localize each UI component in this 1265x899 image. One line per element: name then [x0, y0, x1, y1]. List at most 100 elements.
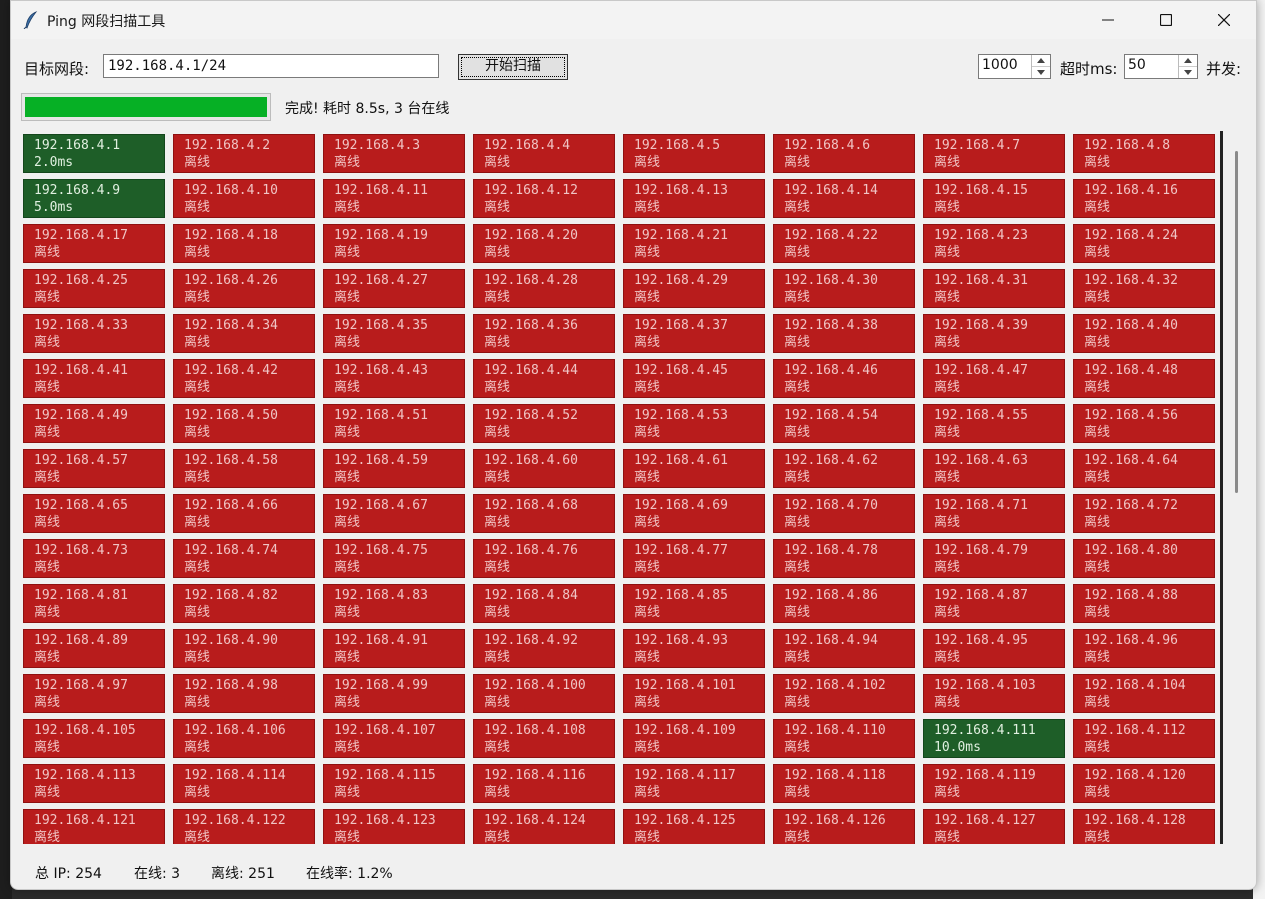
ip-cell[interactable]: 192.168.4.63 离线 [923, 449, 1065, 488]
ip-cell[interactable]: 192.168.4.33 离线 [23, 314, 165, 353]
ip-cell[interactable]: 192.168.4.87 离线 [923, 584, 1065, 623]
ip-cell[interactable]: 192.168.4.25 离线 [23, 269, 165, 308]
close-button[interactable] [1195, 1, 1253, 39]
ip-cell[interactable]: 192.168.4.31 离线 [923, 269, 1065, 308]
ip-cell[interactable]: 192.168.4.45 离线 [623, 359, 765, 398]
ip-cell[interactable]: 192.168.4.36 离线 [473, 314, 615, 353]
scrollbar-thumb[interactable] [1235, 151, 1238, 493]
ip-cell[interactable]: 192.168.4.68 离线 [473, 494, 615, 533]
ip-cell[interactable]: 192.168.4.105 离线 [23, 719, 165, 758]
ip-cell[interactable]: 192.168.4.52 离线 [473, 404, 615, 443]
ip-cell[interactable]: 192.168.4.5 离线 [623, 134, 765, 173]
ip-cell[interactable]: 192.168.4.107 离线 [323, 719, 465, 758]
ip-cell[interactable]: 192.168.4.37 离线 [623, 314, 765, 353]
ip-cell[interactable]: 192.168.4.79 离线 [923, 539, 1065, 578]
ip-cell[interactable]: 192.168.4.108 离线 [473, 719, 615, 758]
ip-cell[interactable]: 192.168.4.48 离线 [1073, 359, 1215, 398]
ip-cell[interactable]: 192.168.4.20 离线 [473, 224, 615, 263]
ip-cell[interactable]: 192.168.4.73 离线 [23, 539, 165, 578]
ip-cell[interactable]: 192.168.4.11 离线 [323, 179, 465, 218]
spin-down-button[interactable] [1179, 67, 1197, 78]
ip-cell[interactable]: 192.168.4.70 离线 [773, 494, 915, 533]
ip-cell[interactable]: 192.168.4.81 离线 [23, 584, 165, 623]
ip-cell[interactable]: 192.168.4.98 离线 [173, 674, 315, 713]
ip-cell[interactable]: 192.168.4.41 离线 [23, 359, 165, 398]
ip-cell[interactable]: 192.168.4.30 离线 [773, 269, 915, 308]
ip-cell[interactable]: 192.168.4.117 离线 [623, 764, 765, 803]
ip-cell[interactable]: 192.168.4.84 离线 [473, 584, 615, 623]
ip-cell[interactable]: 192.168.4.7 离线 [923, 134, 1065, 173]
ip-cell[interactable]: 192.168.4.101 离线 [623, 674, 765, 713]
ip-cell[interactable]: 192.168.4.123 离线 [323, 809, 465, 844]
ip-cell[interactable]: 192.168.4.115 离线 [323, 764, 465, 803]
start-scan-button[interactable]: 开始扫描 [458, 54, 568, 80]
ip-cell[interactable]: 192.168.4.121 离线 [23, 809, 165, 844]
ip-cell[interactable]: 192.168.4.102 离线 [773, 674, 915, 713]
ip-cell[interactable]: 192.168.4.61 离线 [623, 449, 765, 488]
timeout-spinbox[interactable]: 50 [1124, 54, 1198, 79]
ip-cell[interactable]: 192.168.4.83 离线 [323, 584, 465, 623]
minimize-button[interactable] [1079, 1, 1137, 39]
ip-cell[interactable]: 192.168.4.67 离线 [323, 494, 465, 533]
ip-cell[interactable]: 192.168.4.26 离线 [173, 269, 315, 308]
ip-cell[interactable]: 192.168.4.12 离线 [473, 179, 615, 218]
ip-cell[interactable]: 192.168.4.66 离线 [173, 494, 315, 533]
ip-cell[interactable]: 192.168.4.2 离线 [173, 134, 315, 173]
ip-cell[interactable]: 192.168.4.116 离线 [473, 764, 615, 803]
ip-cell[interactable]: 192.168.4.4 离线 [473, 134, 615, 173]
ip-cell[interactable]: 192.168.4.17 离线 [23, 224, 165, 263]
ip-cell[interactable]: 192.168.4.76 离线 [473, 539, 615, 578]
ip-cell[interactable]: 192.168.4.124 离线 [473, 809, 615, 844]
ip-cell[interactable]: 192.168.4.60 离线 [473, 449, 615, 488]
ip-cell[interactable]: 192.168.4.44 离线 [473, 359, 615, 398]
ip-cell[interactable]: 192.168.4.110 离线 [773, 719, 915, 758]
ip-cell[interactable]: 192.168.4.43 离线 [323, 359, 465, 398]
ip-cell[interactable]: 192.168.4.78 离线 [773, 539, 915, 578]
ip-cell[interactable]: 192.168.4.119 离线 [923, 764, 1065, 803]
ip-cell[interactable]: 192.168.4.113 离线 [23, 764, 165, 803]
ip-cell[interactable]: 192.168.4.103 离线 [923, 674, 1065, 713]
ip-cell[interactable]: 192.168.4.80 离线 [1073, 539, 1215, 578]
ip-cell[interactable]: 192.168.4.42 离线 [173, 359, 315, 398]
ip-cell[interactable]: 192.168.4.94 离线 [773, 629, 915, 668]
ip-cell[interactable]: 192.168.4.86 离线 [773, 584, 915, 623]
ip-cell[interactable]: 192.168.4.90 离线 [173, 629, 315, 668]
ip-cell[interactable]: 192.168.4.29 离线 [623, 269, 765, 308]
ip-cell[interactable]: 192.168.4.88 离线 [1073, 584, 1215, 623]
ip-cell[interactable]: 192.168.4.95 离线 [923, 629, 1065, 668]
ip-cell[interactable]: 192.168.4.21 离线 [623, 224, 765, 263]
ip-cell[interactable]: 192.168.4.58 离线 [173, 449, 315, 488]
ip-cell[interactable]: 192.168.4.128 离线 [1073, 809, 1215, 844]
title-bar[interactable]: Ping 网段扫描工具 [11, 1, 1256, 39]
ip-cell[interactable]: 192.168.4.127 离线 [923, 809, 1065, 844]
ip-cell[interactable]: 192.168.4.97 离线 [23, 674, 165, 713]
ip-cell[interactable]: 192.168.4.22 离线 [773, 224, 915, 263]
ip-cell[interactable]: 192.168.4.75 离线 [323, 539, 465, 578]
ip-cell[interactable]: 192.168.4.56 离线 [1073, 404, 1215, 443]
maximize-button[interactable] [1137, 1, 1195, 39]
ip-cell[interactable]: 192.168.4.111 10.0ms [923, 719, 1065, 758]
ip-cell[interactable]: 192.168.4.62 离线 [773, 449, 915, 488]
ip-cell[interactable]: 192.168.4.93 离线 [623, 629, 765, 668]
spin-up-button[interactable] [1032, 55, 1050, 67]
ip-cell[interactable]: 192.168.4.46 离线 [773, 359, 915, 398]
ip-cell[interactable]: 192.168.4.40 离线 [1073, 314, 1215, 353]
ip-cell[interactable]: 192.168.4.34 离线 [173, 314, 315, 353]
ip-cell[interactable]: 192.168.4.59 离线 [323, 449, 465, 488]
spin-down-button[interactable] [1032, 67, 1050, 78]
ip-cell[interactable]: 192.168.4.6 离线 [773, 134, 915, 173]
ip-cell[interactable]: 192.168.4.13 离线 [623, 179, 765, 218]
ip-cell[interactable]: 192.168.4.53 离线 [623, 404, 765, 443]
ip-cell[interactable]: 192.168.4.49 离线 [23, 404, 165, 443]
ip-cell[interactable]: 192.168.4.8 离线 [1073, 134, 1215, 173]
ip-cell[interactable]: 192.168.4.125 离线 [623, 809, 765, 844]
ip-cell[interactable]: 192.168.4.15 离线 [923, 179, 1065, 218]
ip-cell[interactable]: 192.168.4.91 离线 [323, 629, 465, 668]
ip-cell[interactable]: 192.168.4.50 离线 [173, 404, 315, 443]
ip-cell[interactable]: 192.168.4.85 离线 [623, 584, 765, 623]
ip-cell[interactable]: 192.168.4.23 离线 [923, 224, 1065, 263]
count-spinbox[interactable]: 1000 [978, 54, 1051, 79]
ip-cell[interactable]: 192.168.4.16 离线 [1073, 179, 1215, 218]
ip-cell[interactable]: 192.168.4.55 离线 [923, 404, 1065, 443]
ip-cell[interactable]: 192.168.4.57 离线 [23, 449, 165, 488]
